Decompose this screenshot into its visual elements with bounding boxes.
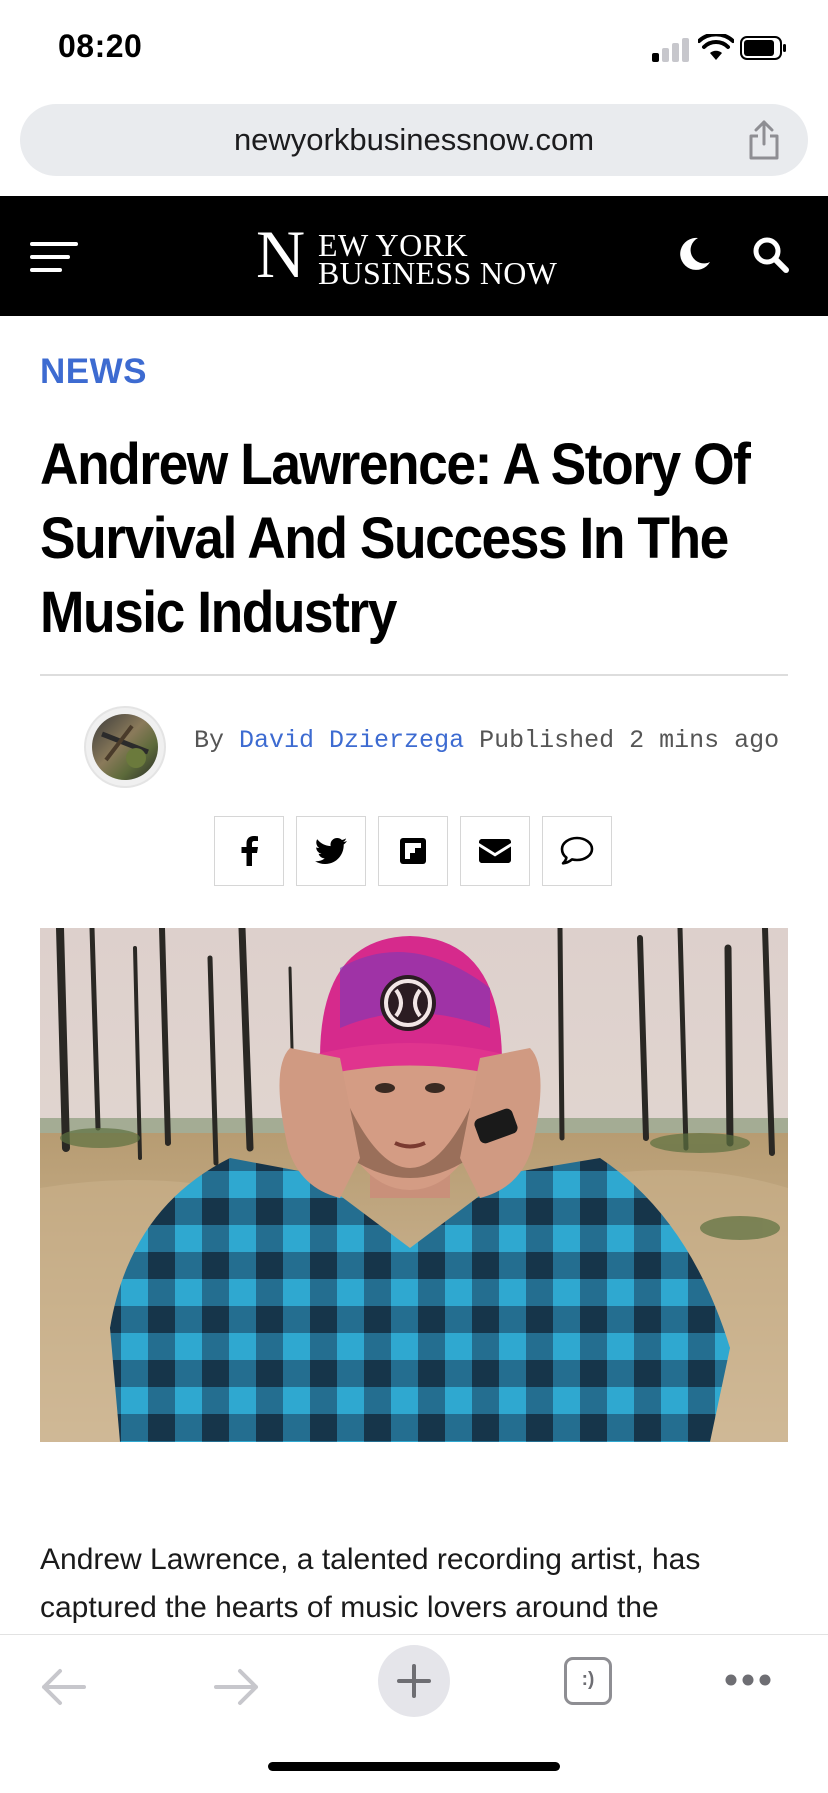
article-category[interactable]: NEWS bbox=[40, 352, 147, 392]
twitter-icon bbox=[315, 838, 347, 864]
published-time: 2 mins ago bbox=[629, 726, 780, 755]
comment-share-button[interactable] bbox=[542, 816, 612, 886]
facebook-icon bbox=[241, 836, 258, 866]
logo-initial: N bbox=[256, 216, 306, 292]
battery-icon bbox=[740, 36, 786, 60]
wifi-icon bbox=[698, 34, 734, 60]
share-icon[interactable] bbox=[746, 118, 782, 162]
new-tab-button[interactable] bbox=[378, 1645, 450, 1717]
author-avatar[interactable] bbox=[86, 708, 164, 786]
address-bar[interactable]: newyorkbusinessnow.com bbox=[20, 104, 808, 176]
byline-by: By bbox=[194, 726, 225, 755]
status-time: 08:20 bbox=[58, 28, 143, 64]
search-icon[interactable] bbox=[752, 236, 790, 274]
forward-icon[interactable] bbox=[212, 1665, 262, 1709]
back-icon[interactable] bbox=[38, 1665, 88, 1709]
plus-icon bbox=[397, 1664, 431, 1698]
cellular-signal-icon bbox=[652, 36, 692, 62]
dark-mode-moon-icon[interactable] bbox=[676, 236, 712, 272]
tabs-button[interactable]: :) bbox=[564, 1657, 612, 1705]
status-bar: 08:20 bbox=[0, 0, 828, 100]
byline-text: By David Dzierzega Published 2 mins ago bbox=[194, 726, 779, 755]
article-body-intro: Andrew Lawrence, a talented recording ar… bbox=[40, 1543, 701, 1624]
flipboard-icon bbox=[400, 838, 426, 864]
facebook-share-button[interactable] bbox=[214, 816, 284, 886]
logo-line-2: BUSINESS NOW bbox=[318, 255, 558, 291]
tabs-count-label: :) bbox=[581, 1669, 595, 1690]
url-text[interactable]: newyorkbusinessnow.com bbox=[20, 122, 808, 158]
divider bbox=[40, 674, 788, 676]
author-link[interactable]: David Dzierzega bbox=[239, 726, 464, 755]
email-icon bbox=[479, 839, 511, 863]
site-logo[interactable]: N EW YORK BUSINESS NOW bbox=[256, 220, 576, 291]
article-hero-image[interactable] bbox=[40, 928, 788, 1442]
email-share-button[interactable] bbox=[460, 816, 530, 886]
twitter-share-button[interactable] bbox=[296, 816, 366, 886]
published-label: Published bbox=[479, 726, 615, 755]
home-indicator bbox=[268, 1762, 560, 1771]
comment-icon bbox=[560, 836, 594, 865]
byline: By David Dzierzega Published 2 mins ago bbox=[0, 700, 828, 786]
flipboard-share-button[interactable] bbox=[378, 816, 448, 886]
hamburger-menu-icon[interactable] bbox=[30, 242, 78, 274]
more-icon[interactable] bbox=[724, 1673, 772, 1687]
article-headline: Andrew Lawrence: A Story Of Survival And… bbox=[40, 432, 751, 645]
